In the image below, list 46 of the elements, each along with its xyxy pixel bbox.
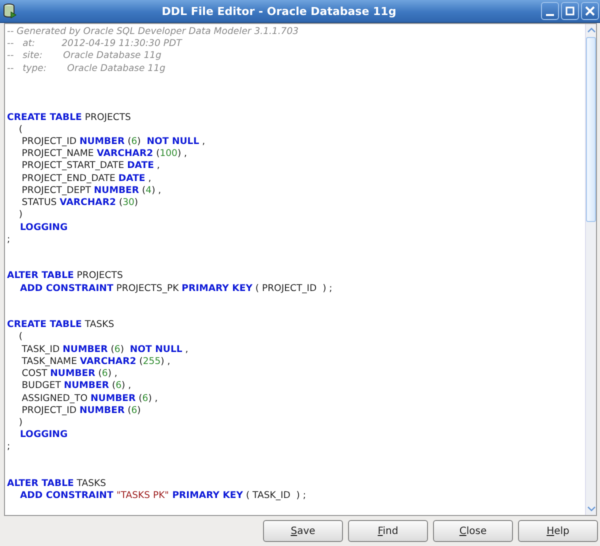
maximize-button[interactable] [561,2,579,20]
dialog-button[interactable]: Close [433,520,513,542]
code-line: PROJECT_DEPT NUMBER (4) , [20,184,162,198]
code-line: PROJECT_ID NUMBER (6) [20,404,142,417]
dialog-button[interactable]: Find [348,520,428,542]
code-line: CREATE TABLE PROJECTS [7,112,132,124]
code-line: -- type: Oracle Database 11g [7,62,166,75]
code-line: ASSIGNED_TO NUMBER (6) , [20,392,159,405]
code-line: -- site: Oracle Database 11g [7,50,162,63]
scroll-up-icon [586,27,596,33]
code-line: BUDGET NUMBER (6) , [20,380,132,393]
code-line: ADD CONSTRAINT "TASKS PK" PRIMARY KEY ( TASK_ID ) ; [18,490,308,503]
close-icon [585,6,595,16]
code-line: ADD CONSTRAINT PROJECTS_PK PRIMARY KEY ( PROJECT_ID ) ; [18,282,334,295]
code-line: -- Generated by Oracle SQL Developer Data Modeler 3.1.1.703 [7,26,300,38]
database-icon [3,3,17,19]
code-line: PROJECT_ID NUMBER (6) NOT NULL , [20,136,206,148]
code-line: PROJECT_NAME VARCHAR2 (100) , [20,148,188,160]
minimize-icon [546,14,554,16]
minimize-button[interactable] [541,2,559,20]
scroll-down-icon [586,506,596,512]
code-line: ( [18,331,24,344]
code-line: ) [18,209,24,222]
code-line: ALTER TABLE TASKS [7,478,108,490]
code-line: PROJECT_END_DATE DATE , [20,172,152,185]
code-line: LOGGING [18,222,69,234]
code-line: -- at: 2012-04-19 11:30:30 PDT [7,38,184,50]
maximize-icon [565,6,575,16]
code-line: ) [18,417,24,430]
code-line: STATUS VARCHAR2 (30) [20,197,140,210]
code-line: PROJECT_START_DATE DATE , [20,160,161,173]
close-button[interactable] [581,2,599,20]
window-title: DDL File Editor - Oracle Database 11g [160,4,398,18]
scrollbar-thumb[interactable] [586,37,596,222]
code-line: ( [18,124,24,136]
code-line: ; [7,441,12,454]
dialog-button[interactable]: Save [263,520,343,542]
dialog-button[interactable]: Help [518,520,598,542]
code-line: TASK_ID NUMBER (6) NOT NULL , [20,344,190,356]
code-line: CREATE TABLE TASKS [7,319,116,332]
code-line: TASK_NAME VARCHAR2 (255) , [20,356,172,368]
vertical-scrollbar[interactable] [585,24,596,515]
code-line: ; [7,234,12,246]
code-line: COST NUMBER (6) , [20,368,118,380]
code-line: LOGGING [18,429,69,442]
code-line: ALTER TABLE PROJECTS [7,270,124,283]
